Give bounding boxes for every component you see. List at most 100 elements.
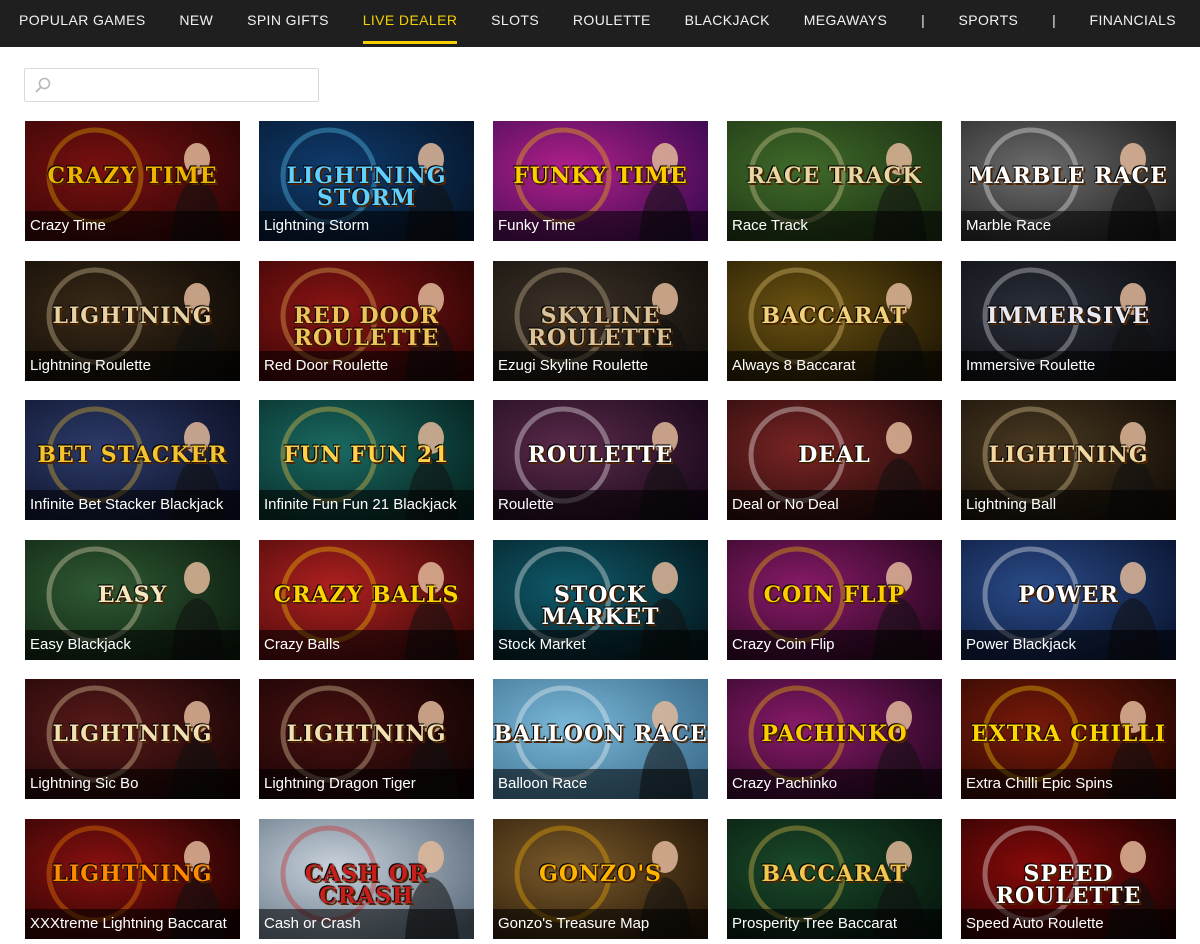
nav-item-live-dealer[interactable]: LIVE DEALER — [362, 0, 458, 47]
game-logo: Power — [1018, 582, 1119, 608]
game-title: Balloon Race — [493, 769, 708, 799]
game-title: Prosperity Tree Baccarat — [727, 909, 942, 939]
game-logo: Gonzo's — [539, 861, 662, 887]
game-logo: Bet Stacker — [37, 442, 228, 468]
game-title: Stock Market — [493, 630, 708, 660]
game-title: Funky Time — [493, 211, 708, 241]
game-title: Roulette — [493, 490, 708, 520]
game-tile[interactable]: Roulette Roulette — [493, 400, 708, 520]
game-logo: Stock Market — [541, 582, 660, 630]
game-logo: Race Track — [746, 163, 923, 189]
game-tile[interactable]: Gonzo's Gonzo's Treasure Map — [493, 819, 708, 939]
game-title: Lightning Storm — [259, 211, 474, 241]
game-logo: Red Door Roulette — [293, 303, 440, 351]
game-title: Lightning Dragon Tiger — [259, 769, 474, 799]
game-tile[interactable]: Baccarat Always 8 Baccarat — [727, 261, 942, 381]
search-input[interactable] — [59, 71, 314, 99]
game-logo: Crazy Balls — [273, 582, 460, 608]
game-logo: Lightning Storm — [286, 163, 447, 211]
game-logo: Lightning — [52, 303, 213, 329]
game-tile[interactable]: Bet Stacker Infinite Bet Stacker Blackjac… — [25, 400, 240, 520]
game-tile[interactable]: Deal Deal or No Deal — [727, 400, 942, 520]
game-tile[interactable]: Crazy Balls Crazy Balls — [259, 540, 474, 660]
game-logo: Lightning — [52, 721, 213, 747]
game-title: Lightning Roulette — [25, 351, 240, 381]
game-logo: Baccarat — [761, 303, 908, 329]
game-title: Always 8 Baccarat — [727, 351, 942, 381]
game-logo: Marble Race — [969, 163, 1168, 189]
game-logo: Speed Roulette — [995, 861, 1142, 909]
nav-item-roulette[interactable]: ROULETTE — [573, 0, 651, 47]
nav-separator: | — [1052, 12, 1056, 28]
game-tile[interactable]: Crazy Time Crazy Time — [25, 121, 240, 241]
nav-item-slots[interactable]: SLOTS — [491, 0, 539, 47]
game-logo: Deal — [798, 442, 871, 468]
game-tile[interactable]: Lightning Lightning Roulette — [25, 261, 240, 381]
game-title: Extra Chilli Epic Spins — [961, 769, 1176, 799]
nav-item-megaways[interactable]: MEGAWAYS — [804, 0, 888, 47]
search-box[interactable] — [24, 68, 319, 102]
game-title: Lightning Sic Bo — [25, 769, 240, 799]
game-tile[interactable]: Speed Roulette Speed Auto Roulette — [961, 819, 1176, 939]
nav-item-blackjack[interactable]: BLACKJACK — [685, 0, 770, 47]
game-logo: Easy — [97, 582, 168, 608]
game-title: Red Door Roulette — [259, 351, 474, 381]
game-title: Crazy Pachinko — [727, 769, 942, 799]
game-tile[interactable]: Pachinko Crazy Pachinko — [727, 679, 942, 799]
nav-item-new[interactable]: NEW — [179, 0, 213, 47]
game-title: Speed Auto Roulette — [961, 909, 1176, 939]
game-logo: Balloon Race — [493, 721, 708, 747]
game-tile[interactable]: Immersive Immersive Roulette — [961, 261, 1176, 381]
game-tile[interactable]: Lightning Lightning Sic Bo — [25, 679, 240, 799]
game-logo: Fun Fun 21 — [283, 442, 450, 468]
game-tile[interactable]: Baccarat Prosperity Tree Baccarat — [727, 819, 942, 939]
game-logo: Funky Time — [513, 163, 688, 189]
game-title: Marble Race — [961, 211, 1176, 241]
game-logo: Coin Flip — [763, 582, 906, 608]
game-tile[interactable]: Lightning Lightning Dragon Tiger — [259, 679, 474, 799]
game-title: Race Track — [727, 211, 942, 241]
nav-item-spin-gifts[interactable]: SPIN GIFTS — [247, 0, 329, 47]
game-tile[interactable]: Funky Time Funky Time — [493, 121, 708, 241]
game-tile[interactable]: Race Track Race Track — [727, 121, 942, 241]
game-logo: Lightning — [988, 442, 1149, 468]
game-title: Immersive Roulette — [961, 351, 1176, 381]
game-title: Crazy Time — [25, 211, 240, 241]
game-tile[interactable]: Lightning Lightning Ball — [961, 400, 1176, 520]
game-title: Cash or Crash — [259, 909, 474, 939]
game-tile[interactable]: Fun Fun 21 Infinite Fun Fun 21 Blackjack — [259, 400, 474, 520]
search-icon — [35, 77, 51, 93]
nav-item-popular-games[interactable]: POPULAR GAMES — [19, 0, 146, 47]
game-tile[interactable]: Red Door Roulette Red Door Roulette — [259, 261, 474, 381]
game-tile[interactable]: Lightning Storm Lightning Storm — [259, 121, 474, 241]
game-title: Gonzo's Treasure Map — [493, 909, 708, 939]
game-tile[interactable]: Easy Easy Blackjack — [25, 540, 240, 660]
game-tile[interactable]: Power Power Blackjack — [961, 540, 1176, 660]
game-tile[interactable]: Skyline Roulette Ezugi Skyline Roulette — [493, 261, 708, 381]
game-logo: Cash or Crash — [304, 861, 429, 909]
game-title: Lightning Ball — [961, 490, 1176, 520]
game-logo: Extra Chilli — [970, 721, 1167, 747]
game-logo: Roulette — [527, 442, 674, 468]
game-tile[interactable]: Cash or Crash Cash or Crash — [259, 819, 474, 939]
game-tile[interactable]: Stock Market Stock Market — [493, 540, 708, 660]
game-title: Ezugi Skyline Roulette — [493, 351, 708, 381]
game-title: XXXtreme Lightning Baccarat — [25, 909, 240, 939]
top-navigation: POPULAR GAMES NEW SPIN GIFTS LIVE DEALER SLO… — [0, 0, 1200, 47]
game-tile[interactable]: Balloon Race Balloon Race — [493, 679, 708, 799]
game-logo: Baccarat — [761, 861, 908, 887]
game-tile[interactable]: Marble Race Marble Race — [961, 121, 1176, 241]
game-logo: Lightning — [52, 861, 213, 887]
game-title: Deal or No Deal — [727, 490, 942, 520]
game-title: Infinite Fun Fun 21 Blackjack — [259, 490, 474, 520]
game-title: Crazy Balls — [259, 630, 474, 660]
game-tile[interactable]: Lightning XXXtreme Lightning Baccarat — [25, 819, 240, 939]
nav-item-financials[interactable]: FINANCIALS — [1090, 0, 1176, 47]
game-title: Infinite Bet Stacker Blackjack — [25, 490, 240, 520]
game-logo: Lightning — [286, 721, 447, 747]
game-title: Crazy Coin Flip — [727, 630, 942, 660]
game-logo: Pachinko — [761, 721, 908, 747]
game-tile[interactable]: Extra Chilli Extra Chilli Epic Spins — [961, 679, 1176, 799]
nav-item-sports[interactable]: SPORTS — [959, 0, 1019, 47]
game-tile[interactable]: Coin Flip Crazy Coin Flip — [727, 540, 942, 660]
